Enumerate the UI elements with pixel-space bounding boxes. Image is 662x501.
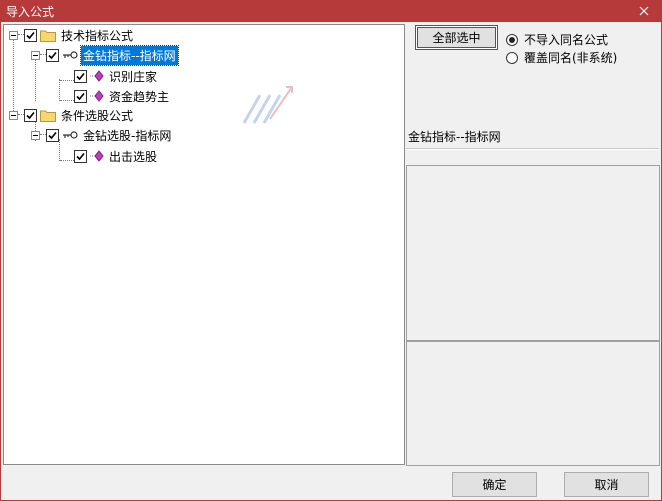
option-label: 覆盖同名(非系统) [524, 51, 618, 65]
key-icon [62, 50, 78, 60]
formula-tree[interactable]: 技术指标公式 金钻指标--指标网 识别庄家 资金趋势主 条件选股公式 金钻选股-… [3, 24, 405, 465]
detail-panel [406, 341, 660, 466]
group-checkbox[interactable] [24, 28, 37, 42]
folder-icon [40, 29, 56, 42]
divider [406, 148, 659, 150]
item-checkbox[interactable] [74, 149, 87, 163]
diamond-icon [90, 70, 104, 82]
tree-node-group[interactable]: 条件选股公式 [9, 106, 135, 124]
tree-node-formula[interactable]: 金钻选股-指标网 [31, 126, 173, 144]
check-icon [26, 111, 35, 119]
group-label: 技术指标公式 [61, 28, 134, 43]
check-icon [26, 31, 35, 39]
item-checkbox[interactable] [74, 89, 87, 103]
select-all-button[interactable]: 全部选中 [415, 25, 498, 50]
option-overwrite-same-name[interactable]: 覆盖同名(非系统) [506, 49, 617, 66]
diamond-icon [90, 150, 104, 162]
option-label: 不导入同名公式 [524, 33, 609, 47]
diamond-icon [90, 90, 104, 102]
cancel-button[interactable]: 取消 [564, 472, 649, 497]
tree-connector [59, 79, 61, 101]
collapse-toggle[interactable] [9, 30, 18, 40]
tree-node-item[interactable]: 资金趋势主 [74, 87, 171, 105]
tree-node-item[interactable]: 识别庄家 [74, 67, 159, 85]
group-label: 条件选股公式 [61, 108, 134, 123]
tree-connector [60, 80, 74, 82]
tree-connector [60, 160, 74, 162]
tree-node-group[interactable]: 技术指标公式 [9, 26, 135, 44]
selected-formula-name: 金钻指标--指标网 [408, 130, 501, 144]
formula-checkbox[interactable] [46, 48, 59, 62]
tree-connector [35, 59, 37, 101]
close-icon[interactable] [634, 1, 654, 21]
collapse-toggle[interactable] [31, 50, 40, 60]
window-title: 导入公式 [6, 4, 55, 19]
watermark-logo [242, 86, 293, 124]
radio-button[interactable] [506, 33, 518, 46]
check-icon [76, 72, 85, 80]
check-icon [76, 152, 85, 160]
tree-node-item[interactable]: 出击选股 [74, 147, 159, 165]
ok-button[interactable]: 确定 [452, 472, 537, 497]
check-icon [48, 51, 57, 59]
radio-button[interactable] [506, 51, 518, 64]
item-label: 识别庄家 [109, 69, 158, 84]
formula-label[interactable]: 金钻选股-指标网 [81, 126, 173, 145]
option-skip-same-name[interactable]: 不导入同名公式 [506, 31, 608, 48]
title-bar: 导入公式 [0, 0, 662, 22]
item-label: 出击选股 [109, 149, 158, 164]
formula-label[interactable]: 金钻指标--指标网 [80, 44, 179, 66]
group-checkbox[interactable] [24, 108, 37, 122]
item-checkbox[interactable] [74, 69, 87, 83]
key-icon [62, 130, 78, 140]
collapse-toggle[interactable] [31, 130, 40, 140]
description-panel [406, 165, 660, 341]
check-icon [48, 131, 57, 139]
collapse-toggle[interactable] [9, 110, 18, 120]
tree-connector [60, 100, 74, 102]
tree-node-formula[interactable]: 金钻指标--指标网 [31, 44, 179, 66]
folder-icon [40, 109, 56, 122]
check-icon [76, 92, 85, 100]
formula-checkbox[interactable] [46, 128, 59, 142]
item-label: 资金趋势主 [109, 89, 170, 104]
